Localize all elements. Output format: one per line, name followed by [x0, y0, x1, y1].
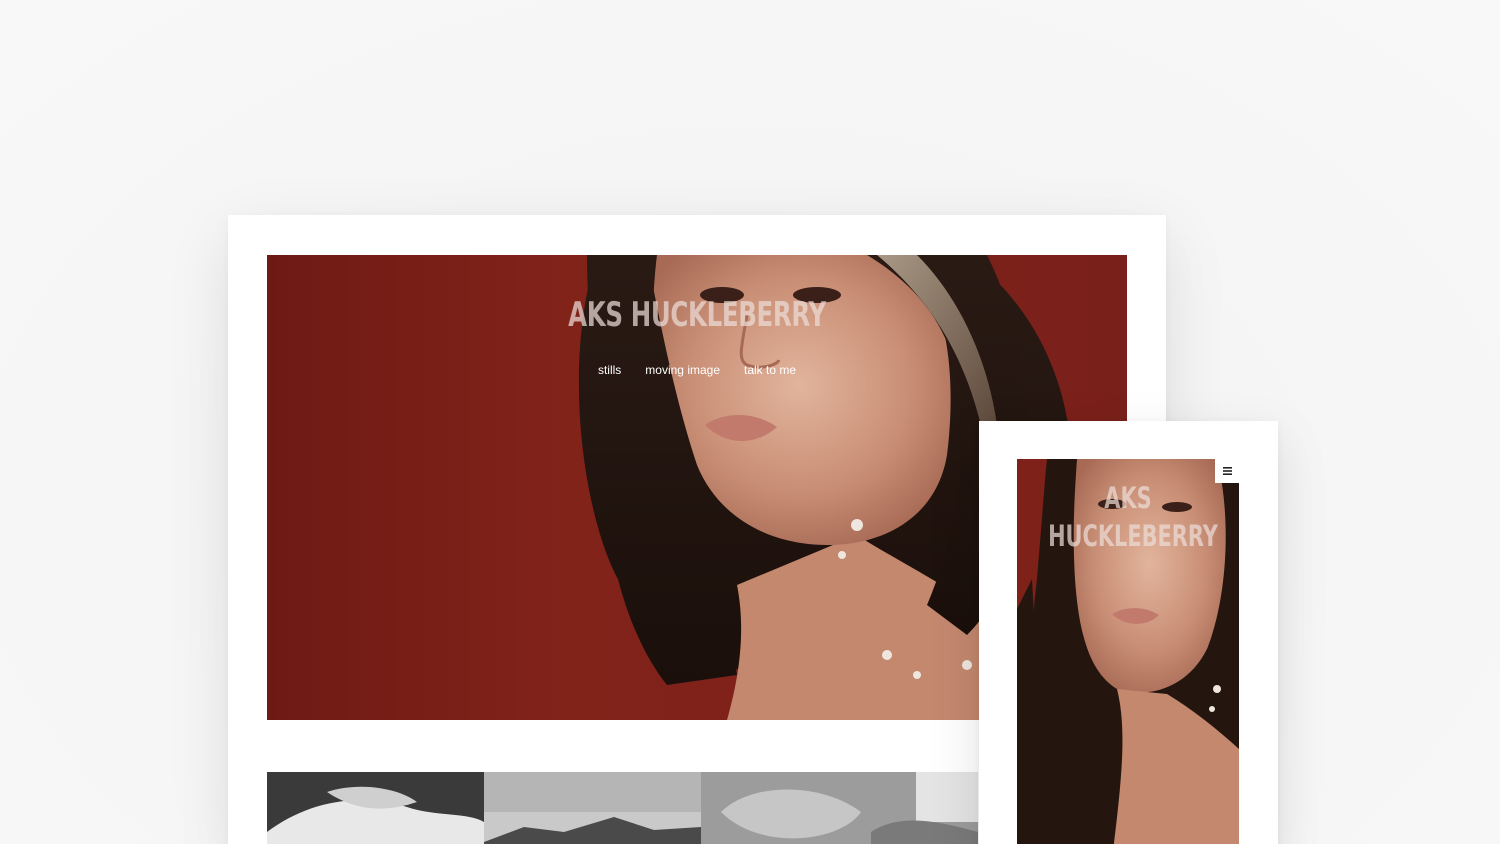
hamburger-menu-button[interactable]	[1215, 459, 1239, 483]
gallery-thumbnail[interactable]	[267, 772, 484, 844]
nav-item-talk-to-me[interactable]: talk to me	[744, 363, 796, 377]
hamburger-menu-icon	[1222, 467, 1232, 475]
showcase-stage: AKS HUCKLEBERRY stills moving image talk…	[0, 0, 1500, 844]
main-nav: stills moving image talk to me	[267, 363, 1127, 377]
gallery-thumbnail[interactable]	[484, 772, 701, 844]
nav-item-stills[interactable]: stills	[598, 363, 621, 377]
site-title[interactable]: AKS HUCKLEBERRY	[387, 295, 1006, 335]
mobile-site-title-line1: AKS	[1104, 481, 1152, 515]
mobile-mockup: AKS HUCKLEBERRY	[979, 421, 1278, 844]
mobile-hero-banner: AKS HUCKLEBERRY	[1017, 459, 1239, 844]
nav-item-moving-image[interactable]: moving image	[645, 363, 720, 377]
mobile-site-title[interactable]: AKS HUCKLEBERRY	[1048, 479, 1218, 555]
gallery-thumbnail[interactable]	[701, 772, 978, 844]
mobile-site-title-line2: HUCKLEBERRY	[1048, 519, 1218, 553]
